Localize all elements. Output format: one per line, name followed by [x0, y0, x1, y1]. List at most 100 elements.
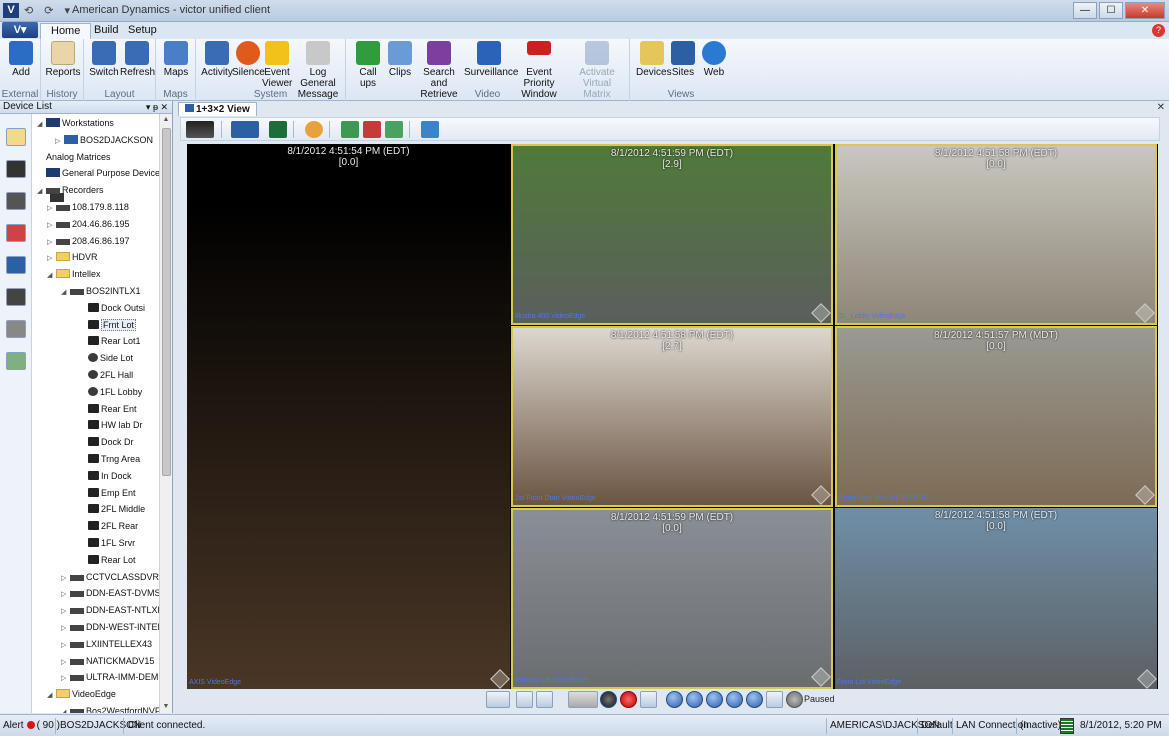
tree-node[interactable]: In Dock: [79, 469, 132, 484]
tree-expander-icon[interactable]: ▷: [47, 218, 56, 233]
tree-node[interactable]: 2FL Rear: [79, 519, 138, 534]
quick-access-toolbar[interactable]: ⟲ ⟳ ▾: [24, 4, 74, 17]
skip-back-icon[interactable]: [666, 691, 683, 708]
network-view-icon[interactable]: [6, 352, 26, 370]
web-button[interactable]: Web: [700, 41, 728, 78]
tree-node[interactable]: Trng Area: [79, 452, 140, 467]
alert-indicator[interactable]: Alert ( 90 ): [3, 719, 60, 734]
maximize-button[interactable]: ☐: [1099, 2, 1123, 19]
grid-view-icon[interactable]: [6, 160, 26, 178]
camera-pane[interactable]: 8/1/2012 4:51:59 PM (EDT) [0.0] Parking Lo…: [511, 508, 833, 689]
tree-expander-icon[interactable]: ▷: [61, 571, 70, 586]
devices-button[interactable]: Devices: [636, 41, 672, 78]
tree-node[interactable]: Rear Lot1: [79, 334, 141, 349]
maps-button[interactable]: Maps: [160, 41, 192, 78]
tree-node[interactable]: ▷ 208.46.86.197: [47, 234, 130, 249]
tree-node[interactable]: ▷ DDN-EAST-NTLXL: [61, 603, 159, 618]
layout-select-icon[interactable]: [186, 121, 214, 138]
tree-node[interactable]: ◢ Recorders: [37, 183, 104, 198]
tree-expander-icon[interactable]: ▷: [61, 638, 70, 653]
tree-node[interactable]: Dock Outsi: [79, 301, 145, 316]
io-view-icon[interactable]: [6, 320, 26, 338]
scroll-up-icon[interactable]: ▲: [160, 114, 172, 126]
tree-expander-icon[interactable]: ▷: [61, 621, 70, 636]
callups-button[interactable]: Call ups: [354, 41, 382, 89]
tree-node[interactable]: Emp Ent: [79, 486, 136, 501]
tree-expander-icon[interactable]: ▷: [61, 604, 70, 619]
tree-expander-icon[interactable]: ◢: [47, 688, 56, 703]
close-view-icon[interactable]: ✕: [1157, 102, 1165, 113]
tree-node[interactable]: ◢ Intellex: [47, 267, 101, 282]
alarm-view-icon[interactable]: [6, 224, 26, 242]
monitor-select-icon[interactable]: [231, 121, 259, 138]
tree-expander-icon[interactable]: ▷: [61, 587, 70, 602]
camera-pane[interactable]: 8/1/2012 4:51:58 PM (EDT) [2.7] 1st Front …: [511, 326, 833, 507]
sequence-icon[interactable]: [341, 121, 359, 138]
tree-node[interactable]: ▷ HDVR: [47, 250, 98, 265]
previous-icon[interactable]: [516, 691, 533, 708]
tree-node[interactable]: ▷ BOS2DJACKSON: [55, 133, 153, 148]
switch-button[interactable]: Switch: [88, 41, 120, 78]
minimize-button[interactable]: —: [1073, 2, 1097, 19]
recorder-view-icon[interactable]: [6, 192, 26, 210]
tree-node[interactable]: Analog Matrices: [37, 150, 111, 202]
monitor-view-icon[interactable]: [6, 256, 26, 274]
tree-node[interactable]: 1FL Srvr: [79, 536, 135, 551]
tree-node[interactable]: ◢ VideoEdge: [47, 687, 116, 702]
tree-expander-icon[interactable]: ▷: [61, 671, 70, 686]
app-icon[interactable]: V: [3, 3, 19, 18]
play-icon[interactable]: [706, 691, 723, 708]
tab-view[interactable]: 1+3×2 View: [178, 102, 257, 116]
sequence-stop-icon[interactable]: [363, 121, 381, 138]
stop-icon[interactable]: [620, 691, 637, 708]
tree-node[interactable]: ▷ 204.46.86.195: [47, 217, 130, 232]
next-icon[interactable]: [536, 691, 553, 708]
tree-node[interactable]: Side Lot: [79, 351, 133, 366]
step-forward-icon[interactable]: [726, 691, 743, 708]
tree-node[interactable]: 1FL Lobby: [79, 385, 142, 400]
tree-expander-icon[interactable]: ◢: [61, 705, 70, 713]
tree-expander-icon[interactable]: ◢: [47, 268, 56, 283]
surveillance-button[interactable]: Surveillance: [464, 41, 518, 78]
zoom-icon[interactable]: [305, 121, 323, 138]
layout-picker-icon[interactable]: [486, 691, 510, 708]
tree-node[interactable]: Rear Ent: [79, 402, 137, 417]
refresh-button[interactable]: Refresh: [120, 41, 155, 78]
speed-slider[interactable]: [568, 691, 598, 708]
tree-node[interactable]: ▷ DDN-WEST-INTEL: [61, 620, 159, 635]
activity-button[interactable]: Activity: [200, 41, 234, 78]
pause-icon[interactable]: [786, 691, 803, 708]
silence-button[interactable]: Silence: [232, 41, 265, 78]
tree-expander-icon[interactable]: ▷: [55, 134, 64, 149]
camera-pane[interactable]: 8/1/2012 4:51:58 PM (EDT) [0.0] Front Lot …: [835, 508, 1157, 689]
camera-pane[interactable]: 8/1/2012 4:51:57 PM (MDT) [0.0] Front Door…: [835, 326, 1157, 507]
skip-forward-icon[interactable]: [746, 691, 763, 708]
tree-node[interactable]: 2FL Hall: [79, 368, 133, 383]
tree-node[interactable]: ◢ Bos2WestfordNVF: [61, 704, 159, 713]
reports-button[interactable]: Reports: [45, 41, 81, 78]
sites-button[interactable]: Sites: [668, 41, 698, 78]
record-icon[interactable]: [600, 691, 617, 708]
camera-view-icon[interactable]: [6, 288, 26, 306]
rewind-icon[interactable]: [640, 691, 657, 708]
tree-expander-icon[interactable]: ▷: [61, 655, 70, 670]
camera-pane[interactable]: 8/1/2012 4:51:59 PM (EDT) [2.9] Illustra 4…: [511, 144, 833, 325]
tree-node[interactable]: ▷ 108.179.8.118: [47, 200, 129, 215]
camera-pane[interactable]: 8/1/2012 4:51:58 PM (EDT) [0.0] 1L_Lobby V…: [835, 144, 1157, 325]
folder-view-icon[interactable]: [6, 128, 26, 146]
tree-expander-icon[interactable]: ◢: [61, 285, 70, 300]
sequence-start-icon[interactable]: [385, 121, 403, 138]
tree-node[interactable]: HW lab Dr: [79, 418, 143, 433]
step-back-icon[interactable]: [686, 691, 703, 708]
tree-node[interactable]: ▷ NATICKMADV15: [61, 654, 154, 669]
device-tree-scrollbar[interactable]: ▲ ▼: [159, 114, 172, 713]
tree-node[interactable]: ◢ Workstations: [37, 116, 114, 131]
event-viewer-button[interactable]: Event Viewer: [262, 41, 292, 89]
tree-node[interactable]: Rear Lot: [79, 553, 136, 568]
panel-pin-icon[interactable]: ▾ ᵽ ✕: [146, 101, 168, 113]
tree-node[interactable]: Dock Dr: [79, 435, 134, 450]
tree-node[interactable]: ▷ ULTRA-IMM-DEM: [61, 670, 158, 685]
scroll-thumb[interactable]: [162, 128, 171, 476]
application-menu-button[interactable]: V▾: [2, 22, 38, 38]
tree-node[interactable]: ▷ LXIINTELLEX43: [61, 637, 152, 652]
